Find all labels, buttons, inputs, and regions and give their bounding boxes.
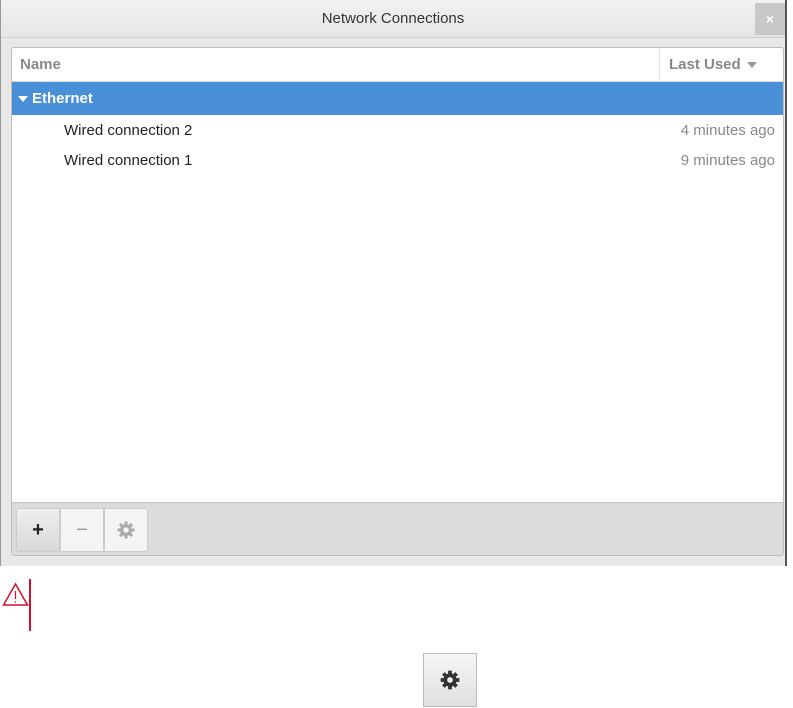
last-used: 9 minutes ago — [680, 152, 775, 169]
warning-divider — [29, 579, 31, 631]
close-button[interactable]: × — [755, 3, 785, 35]
edit-connection-button[interactable] — [104, 508, 148, 552]
connections-list: Name Last Used Ethernet Wired connection… — [11, 47, 784, 556]
gear-icon — [117, 521, 135, 539]
column-header-last-used-label: Last Used — [669, 56, 741, 73]
gear-icon — [440, 670, 460, 690]
network-connections-window: Network Connections × Name Last Used Eth… — [0, 0, 787, 566]
group-row-ethernet[interactable]: Ethernet — [12, 82, 783, 115]
list-toolbar: + − — [12, 502, 783, 555]
remove-connection-button[interactable]: − — [60, 508, 104, 552]
last-used: 4 minutes ago — [680, 122, 775, 139]
list-item[interactable]: Wired connection 1 9 minutes ago — [12, 145, 783, 175]
expander-icon[interactable] — [18, 96, 28, 103]
title-bar: Network Connections × — [1, 0, 785, 38]
sort-descending-icon — [746, 62, 757, 69]
column-header-name[interactable]: Name — [20, 56, 61, 73]
connection-name: Wired connection 2 — [64, 122, 193, 139]
add-connection-button[interactable]: + — [16, 508, 60, 552]
column-header-last-used[interactable]: Last Used — [659, 48, 783, 81]
warning-icon — [2, 582, 29, 606]
list-header: Name Last Used — [12, 48, 783, 82]
connection-name: Wired connection 1 — [64, 152, 193, 169]
list-item[interactable]: Wired connection 2 4 minutes ago — [12, 115, 783, 145]
group-label: Ethernet — [32, 90, 93, 107]
settings-button[interactable] — [423, 653, 477, 707]
window-title: Network Connections — [321, 10, 465, 27]
